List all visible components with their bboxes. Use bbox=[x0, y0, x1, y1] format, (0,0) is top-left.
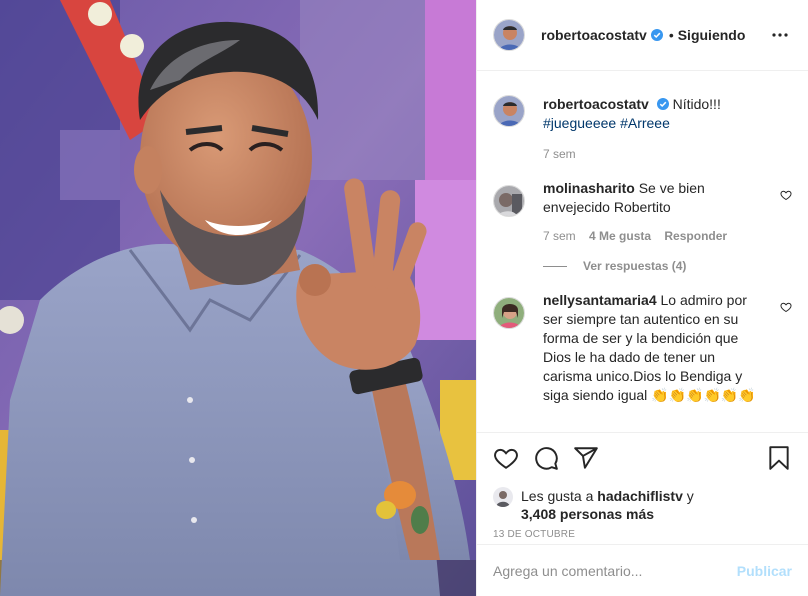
view-replies-button[interactable]: Ver respuestas (4) bbox=[543, 259, 792, 273]
reply-button[interactable]: Responder bbox=[664, 229, 727, 243]
caption-author-avatar[interactable] bbox=[493, 95, 525, 127]
comment-icon[interactable] bbox=[533, 445, 559, 471]
heart-icon[interactable] bbox=[780, 301, 792, 313]
verified-icon bbox=[650, 29, 663, 41]
post-actions: Les gusta a hadachiflistv y 3,408 person… bbox=[477, 432, 808, 545]
commenter-avatar[interactable] bbox=[493, 297, 525, 329]
verified-icon bbox=[656, 98, 669, 110]
caption-text: Nítido!!! bbox=[672, 96, 721, 112]
heart-icon[interactable] bbox=[780, 189, 792, 201]
likes-summary: Les gusta a hadachiflistv y 3,408 person… bbox=[493, 487, 792, 523]
share-icon[interactable] bbox=[573, 445, 599, 471]
liker-avatar[interactable] bbox=[493, 487, 513, 507]
caption-hashtags[interactable]: #juegueeee #Arreee bbox=[543, 115, 670, 131]
comment-likes[interactable]: 4 Me gusta bbox=[589, 229, 651, 243]
liker-username[interactable]: hadachiflistv bbox=[597, 488, 683, 504]
commenter-avatar[interactable] bbox=[493, 185, 525, 217]
caption-age[interactable]: 7 sem bbox=[543, 147, 576, 161]
view-replies-label[interactable]: Ver respuestas (4) bbox=[583, 259, 686, 273]
comment-text: Lo admiro por ser siempre tan autentico … bbox=[543, 292, 756, 403]
following-button[interactable]: Siguiendo bbox=[678, 27, 746, 43]
comment-composer: Publicar bbox=[477, 544, 808, 596]
comment-author[interactable]: molinasharito bbox=[543, 180, 635, 196]
post-image bbox=[0, 0, 476, 596]
heart-icon[interactable] bbox=[493, 445, 519, 471]
comment-author[interactable]: nellysantamaria4 bbox=[543, 292, 657, 308]
separator-dot: • bbox=[668, 27, 674, 43]
author-username[interactable]: robertoacostatv bbox=[541, 27, 647, 43]
likes-count[interactable]: 3,408 personas más bbox=[521, 506, 654, 522]
post-header: robertoacostatv • Siguiendo bbox=[477, 0, 808, 71]
caption-author[interactable]: robertoacostatv bbox=[543, 96, 649, 112]
comment-item: molinasharito Se ve bien envejecido Robe… bbox=[493, 179, 792, 243]
post-date[interactable]: 13 DE OCTUBRE bbox=[493, 529, 792, 540]
post-details-panel: robertoacostatv • Siguiendo robertoacost… bbox=[476, 0, 808, 596]
comment-input[interactable] bbox=[493, 562, 737, 579]
publish-button[interactable]: Publicar bbox=[737, 563, 792, 579]
comment-age[interactable]: 7 sem bbox=[543, 229, 576, 243]
more-options-icon[interactable] bbox=[768, 23, 792, 47]
post-photo[interactable] bbox=[0, 0, 476, 596]
likes-prefix: Les gusta a bbox=[521, 488, 594, 504]
caption: robertoacostatv Nítido!!! #juegueeee #Ar… bbox=[493, 89, 792, 161]
comments-list[interactable]: robertoacostatv Nítido!!! #juegueeee #Ar… bbox=[477, 71, 808, 432]
comment-item: nellysantamaria4 Lo admiro por ser siemp… bbox=[493, 291, 792, 405]
action-icons bbox=[493, 443, 792, 473]
replies-divider bbox=[543, 265, 567, 267]
likes-connector: y bbox=[686, 488, 694, 504]
bookmark-icon[interactable] bbox=[766, 445, 792, 471]
author-avatar[interactable] bbox=[493, 19, 525, 51]
